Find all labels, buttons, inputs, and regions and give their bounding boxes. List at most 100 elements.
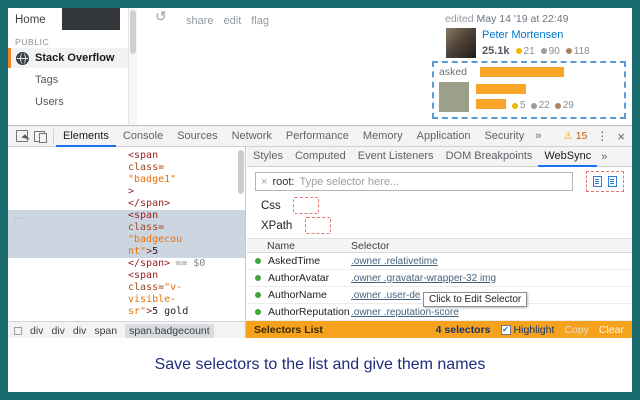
devtools-main: <span class= "badge1" > </span> <span cl… bbox=[8, 147, 632, 321]
devtools-close-icon[interactable]: × bbox=[617, 129, 625, 144]
bronze-badge-icon bbox=[565, 48, 572, 54]
silver-badge: 22 bbox=[530, 100, 550, 111]
tab-dom-breakpoints[interactable]: DOM Breakpoints bbox=[440, 147, 539, 167]
edited-label: edited bbox=[445, 13, 477, 25]
stackoverflow-page: Home PUBLIC Stack Overflow Tags Users ↺ … bbox=[8, 8, 632, 125]
tab-console[interactable]: Console bbox=[116, 126, 170, 147]
more-tabs-icon[interactable]: » bbox=[531, 130, 545, 142]
highlight-bar-name bbox=[476, 84, 526, 94]
tab-memory[interactable]: Memory bbox=[356, 126, 410, 147]
tab-sources[interactable]: Sources bbox=[170, 126, 224, 147]
warning-icon: ⚠ bbox=[563, 130, 573, 142]
toolbar-divider bbox=[53, 128, 54, 144]
bronze-badge: 29 bbox=[554, 100, 574, 111]
bronze-badge: 118 bbox=[565, 46, 590, 57]
teal-frame: Home PUBLIC Stack Overflow Tags Users ↺ … bbox=[0, 0, 640, 400]
breadcrumb-item[interactable]: div bbox=[73, 325, 86, 337]
selector-actions-box bbox=[586, 171, 624, 192]
editor-name-link[interactable]: Peter Mortensen bbox=[482, 29, 563, 41]
tab-performance[interactable]: Performance bbox=[279, 126, 356, 147]
rotate-icon[interactable]: ↺ bbox=[155, 8, 167, 25]
copy-button[interactable]: Copy bbox=[564, 324, 589, 336]
more-sidebar-tabs-icon[interactable]: » bbox=[597, 151, 611, 163]
selector-input-box: × root: bbox=[255, 172, 573, 191]
collapsed-ellipsis: … bbox=[14, 211, 24, 222]
tree-node-line[interactable]: sr">5 gold bbox=[128, 306, 245, 318]
root-label: root: bbox=[272, 175, 295, 188]
gold-badge-icon bbox=[512, 102, 518, 109]
bronze-badge-icon bbox=[554, 102, 561, 109]
silver-badge: 90 bbox=[540, 46, 560, 57]
header-name: Name bbox=[267, 239, 296, 252]
sidebar-item-tags[interactable]: Tags bbox=[35, 74, 58, 86]
tree-node-line[interactable]: <span bbox=[128, 270, 245, 282]
devtools-toolbar: Elements Console Sources Network Perform… bbox=[8, 126, 632, 147]
highlight-checkbox[interactable]: ✔ bbox=[500, 325, 511, 335]
status-dot bbox=[255, 309, 261, 315]
xpath-slot[interactable] bbox=[305, 217, 331, 234]
tab-computed[interactable]: Computed bbox=[289, 147, 352, 167]
tab-network[interactable]: Network bbox=[225, 126, 279, 147]
caption-area: Save selectors to the list and give them… bbox=[8, 338, 632, 392]
clear-button[interactable]: Clear bbox=[599, 324, 624, 336]
gold-badge: 5 bbox=[512, 100, 526, 111]
selector-value[interactable]: .owner .gravatar-wrapper-32 img bbox=[351, 273, 632, 284]
tree-node-line[interactable]: <span bbox=[128, 150, 245, 162]
highlight-toggle[interactable]: ✔ Highlight bbox=[500, 324, 554, 336]
save-selector-icon[interactable] bbox=[593, 176, 602, 187]
edit-selector-tooltip: Click to Edit Selector bbox=[423, 292, 528, 307]
tree-node-line[interactable]: visible- bbox=[128, 294, 245, 306]
edited-link[interactable]: edited May 14 '19 at 22:49 bbox=[445, 13, 568, 25]
sidebar-item-label: Stack Overflow bbox=[35, 52, 115, 64]
tab-application[interactable]: Application bbox=[410, 126, 478, 147]
inspect-icon[interactable] bbox=[16, 130, 28, 142]
editor-avatar[interactable] bbox=[446, 28, 476, 58]
device-toolbar-icon[interactable] bbox=[34, 130, 47, 143]
sidebar-item-stack-overflow[interactable]: Stack Overflow bbox=[8, 48, 128, 68]
tree-node-line[interactable]: </span> bbox=[128, 198, 245, 210]
tab-elements[interactable]: Elements bbox=[56, 126, 116, 147]
breadcrumb-item[interactable]: div bbox=[30, 325, 43, 337]
clear-input-icon[interactable]: × bbox=[261, 176, 267, 188]
tree-node-line[interactable]: class= bbox=[128, 162, 245, 174]
asked-label: asked bbox=[439, 66, 468, 78]
tree-node-line[interactable]: "badge1" bbox=[128, 174, 245, 186]
selector-value[interactable]: .owner .relativetime bbox=[351, 256, 632, 267]
status-dot bbox=[255, 292, 261, 298]
table-row[interactable]: AskedTime .owner .relativetime bbox=[247, 253, 632, 270]
copy-selector-icon[interactable] bbox=[608, 176, 617, 187]
devtools-panel: Elements Console Sources Network Perform… bbox=[8, 125, 632, 339]
flag-link[interactable]: flag bbox=[251, 15, 269, 27]
sidebar-item-users[interactable]: Users bbox=[35, 96, 64, 108]
breadcrumb: div div div span span.badgecount bbox=[8, 321, 246, 339]
breadcrumb-item-active[interactable]: span.badgecount bbox=[125, 323, 214, 338]
page-scrollbar-thumb[interactable] bbox=[130, 10, 136, 54]
tab-event-listeners[interactable]: Event Listeners bbox=[352, 147, 440, 167]
css-slot[interactable] bbox=[293, 197, 319, 214]
tab-websync[interactable]: WebSync bbox=[538, 147, 598, 167]
table-row[interactable]: AuthorAvatar .owner .gravatar-wrapper-32… bbox=[247, 270, 632, 287]
tree-scrollbar-thumb[interactable] bbox=[238, 150, 244, 194]
reputation-score: 25.1k bbox=[482, 45, 510, 57]
breadcrumb-item[interactable]: span bbox=[94, 325, 117, 337]
selected-tree-node[interactable]: <span class= "badgecou nt">5 bbox=[8, 210, 245, 258]
selectors-table: Name Selector AskedTime .owner .relative… bbox=[247, 238, 632, 321]
devtools-menu-icon[interactable]: ⋮ bbox=[596, 129, 608, 143]
tab-styles[interactable]: Styles bbox=[247, 147, 289, 167]
sidebar-item-home[interactable]: Home bbox=[15, 14, 46, 26]
tree-node-line[interactable]: > bbox=[128, 186, 245, 198]
share-link[interactable]: share bbox=[186, 15, 214, 27]
selector-value[interactable]: .owner .reputation-score bbox=[351, 307, 632, 318]
tree-node-line[interactable]: class="v- bbox=[128, 282, 245, 294]
tab-security[interactable]: Security bbox=[477, 126, 531, 147]
edit-link[interactable]: edit bbox=[224, 15, 242, 27]
warnings-badge[interactable]: ⚠ 15 bbox=[564, 130, 588, 142]
selector-input[interactable] bbox=[299, 175, 567, 188]
devtools-toolbar-right: ⚠ 15 ⋮ × bbox=[564, 129, 625, 144]
silver-badge-icon bbox=[530, 102, 537, 109]
breadcrumb-item[interactable]: div bbox=[51, 325, 64, 337]
css-label: Css bbox=[261, 200, 281, 212]
grid-icon[interactable] bbox=[14, 326, 22, 335]
tree-node-line[interactable]: </span> == $0 bbox=[128, 258, 245, 270]
selectors-list-controls: 4 selectors ✔ Highlight Copy Clear bbox=[436, 324, 624, 336]
